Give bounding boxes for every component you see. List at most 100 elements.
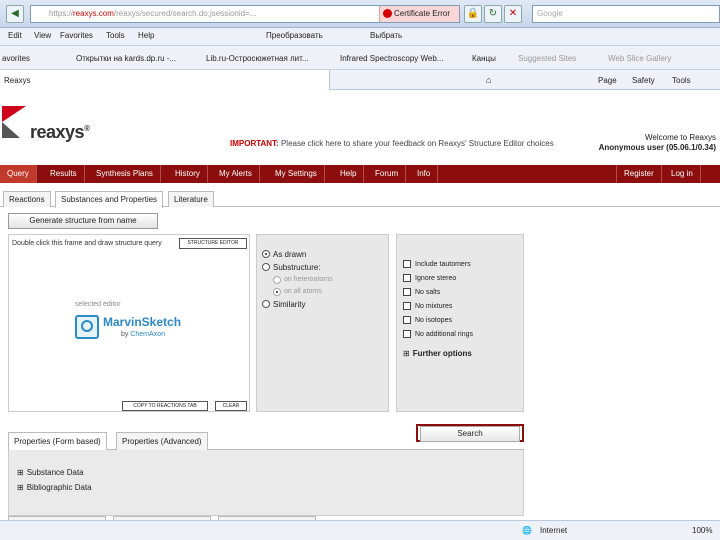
zoom-level[interactable]: 100% [692, 526, 712, 535]
substructure-label: Substructure: [273, 263, 321, 272]
no-mixtures-checkbox[interactable] [403, 302, 411, 310]
menu-view[interactable]: View [34, 31, 51, 40]
radio-on-all-atoms[interactable] [273, 288, 281, 296]
radio-on-heteroatoms[interactable] [273, 276, 281, 284]
no-mixtures-label: No mixtures [415, 303, 453, 310]
nav-register[interactable]: Register [616, 165, 662, 183]
radio-similarity[interactable] [262, 300, 270, 308]
on-heteroatoms-label: on heteroatoms [284, 276, 333, 283]
on-all-atoms-label: on all atoms [284, 288, 322, 295]
nav-my-alerts[interactable]: My Alerts [212, 165, 260, 183]
tab-properties-advanced[interactable]: Properties (Advanced) [116, 432, 208, 450]
tab-substances-properties[interactable]: Substances and Properties [55, 191, 164, 208]
stop-icon[interactable]: ✕ [504, 5, 522, 23]
reaxys-logo-icon [2, 106, 26, 122]
selected-editor-label: selected editor [75, 301, 121, 308]
lock-icon[interactable]: 🔒 [464, 5, 482, 23]
favorite-item[interactable]: Lib.ru-Остросюжетная лит... [206, 54, 309, 63]
menu-edit[interactable]: Edit [8, 31, 22, 40]
page-menu[interactable]: Page [598, 76, 617, 85]
search-input[interactable]: Google [532, 5, 720, 23]
browser-menu-bar: Edit View Favorites Tools Help Преобразо… [0, 28, 720, 46]
user-info: Anonymous user (05.06.1/0.34) [598, 143, 716, 152]
feedback-notice[interactable]: IMPORTANT: Please click here to share yo… [230, 139, 554, 148]
favorite-item[interactable]: Web Slice Gallery [608, 54, 671, 63]
copy-to-reactions-button[interactable]: COPY TO REACTIONS TAB [122, 401, 208, 411]
home-icon[interactable]: ⌂ [486, 75, 491, 85]
no-additional-rings-label: No additional rings [415, 331, 473, 338]
notice-label: IMPORTANT: [230, 139, 279, 148]
radio-substructure[interactable] [262, 263, 270, 271]
no-additional-rings-checkbox[interactable] [403, 330, 411, 338]
tab-properties-form[interactable]: Properties (Form based) [8, 432, 107, 450]
no-isotopes-checkbox[interactable] [403, 316, 411, 324]
tools-menu[interactable]: Tools [672, 76, 691, 85]
vendor-line: by ChemAxon [121, 331, 165, 338]
favorites-bar: avorites Открытки на kards.dp.ru -... Li… [0, 46, 720, 70]
nav-query[interactable]: Query [0, 165, 37, 183]
no-salts-label: No salts [415, 289, 441, 296]
url-host: reaxys.com [73, 9, 114, 18]
vendor-prefix: by [121, 331, 131, 338]
nav-my-settings[interactable]: My Settings [268, 165, 325, 183]
further-options-toggle[interactable]: Further options [403, 349, 472, 358]
include-tautomers-label: Include tautomers [415, 261, 471, 268]
logo-mark: ® [84, 124, 90, 133]
welcome-text: Welcome to Reaxys [645, 133, 716, 142]
menu-help[interactable]: Help [138, 31, 154, 40]
structure-editor-frame[interactable]: Double click this frame and draw structu… [8, 234, 250, 412]
select-button[interactable]: Выбрать [370, 31, 402, 40]
main-navigation: Query Results Synthesis Plans History My… [0, 165, 720, 183]
command-bar: Reaxys ⌂ Page Safety Tools [0, 70, 720, 90]
nav-info[interactable]: Info [410, 165, 439, 183]
translate-button[interactable]: Преобразовать [266, 31, 323, 40]
similarity-label: Similarity [273, 300, 306, 309]
include-tautomers-checkbox[interactable] [403, 260, 411, 268]
reaxys-logo-icon-lower [2, 122, 20, 138]
tab-literature[interactable]: Literature [168, 191, 214, 207]
properties-tabs: Properties (Form based) Properties (Adva… [8, 432, 524, 450]
marvinsketch-icon [75, 315, 99, 339]
favorite-item[interactable]: Suggested Sites [518, 54, 576, 63]
nav-login[interactable]: Log in [664, 165, 701, 183]
favorite-item[interactable]: Канцы [472, 54, 496, 63]
back-icon[interactable]: ◀ [6, 5, 24, 23]
certificate-error-badge[interactable]: Certificate Error [379, 6, 459, 22]
menu-favorites[interactable]: Favorites [60, 31, 93, 40]
bibliographic-data-row[interactable]: Bibliographic Data [17, 483, 92, 492]
nav-help[interactable]: Help [333, 165, 365, 183]
browser-status-bar: 🌐 Internet 100% [0, 520, 720, 540]
marvinsketch-title: MarvinSketch [103, 315, 182, 329]
nav-history[interactable]: History [168, 165, 208, 183]
tab-reaxys[interactable]: Reaxys [0, 70, 330, 90]
vendor-name: ChemAxon [130, 331, 165, 338]
security-zone: Internet [540, 526, 568, 535]
properties-panel: Substance Data Bibliographic Data [8, 450, 524, 516]
favorite-item[interactable]: Infrared Spectroscopy Web... [340, 54, 443, 63]
ignore-stereo-checkbox[interactable] [403, 274, 411, 282]
no-salts-checkbox[interactable] [403, 288, 411, 296]
search-type-panel: As drawn Substructure: on heteroatoms on… [256, 234, 389, 412]
ignore-stereo-label: Ignore stereo [415, 275, 457, 282]
nav-forum[interactable]: Forum [368, 165, 407, 183]
substance-data-row[interactable]: Substance Data [17, 468, 84, 477]
url-path: /reaxys/secured/search.do;jsessionid=... [113, 9, 257, 18]
favorite-item[interactable]: Открытки на kards.dp.ru -... [76, 54, 176, 63]
favorites-label[interactable]: avorites [2, 54, 30, 63]
welcome-block: Welcome to Reaxys Anonymous user (05.06.… [599, 133, 716, 153]
nav-results[interactable]: Results [43, 165, 85, 183]
url-scheme: https:// [49, 9, 74, 18]
as-drawn-label: As drawn [273, 250, 307, 259]
nav-synthesis-plans[interactable]: Synthesis Plans [89, 165, 161, 183]
menu-tools[interactable]: Tools [106, 31, 125, 40]
radio-as-drawn[interactable] [262, 250, 270, 258]
refresh-icon[interactable]: ↻ [484, 5, 502, 23]
notice-text: Please click here to share your feedback… [278, 139, 554, 148]
structure-editor-button[interactable]: STRUCTURE EDITOR [179, 238, 247, 249]
tab-reactions[interactable]: Reactions [3, 191, 51, 207]
url-field[interactable]: https://reaxys.com/reaxys/secured/search… [30, 5, 460, 23]
browser-address-bar: ◀ https://reaxys.com/reaxys/secured/sear… [0, 0, 720, 28]
safety-menu[interactable]: Safety [632, 76, 655, 85]
generate-structure-button[interactable]: Generate structure from name [8, 213, 158, 229]
clear-button[interactable]: CLEAR [215, 401, 247, 411]
